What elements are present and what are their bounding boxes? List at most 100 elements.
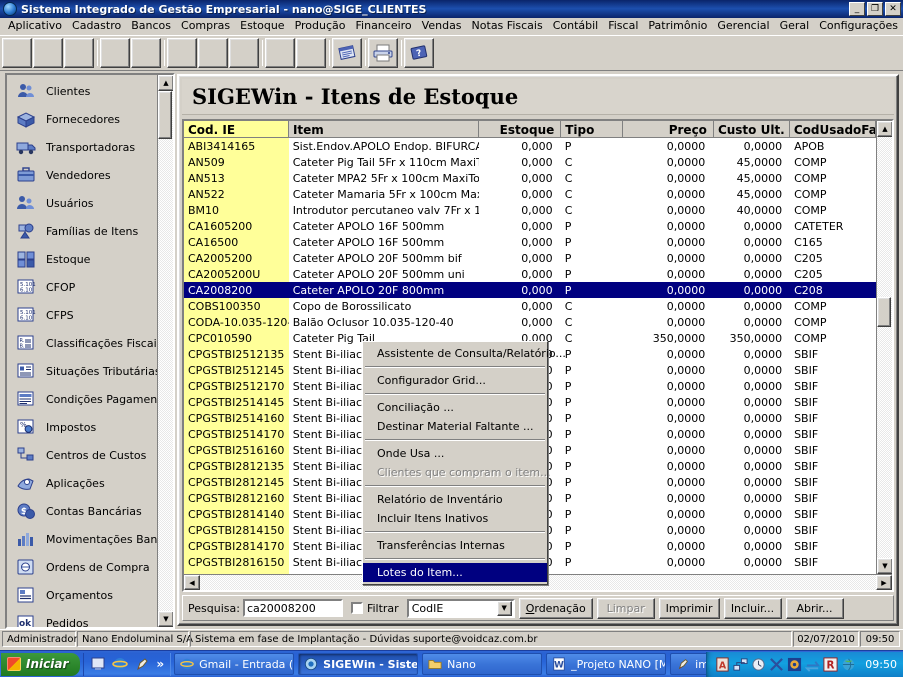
context-menu-item[interactable]: Configurador Grid... xyxy=(363,371,547,390)
antivirus-icon[interactable]: R xyxy=(823,656,838,672)
menu-item-notas-fiscais[interactable]: Notas Fiscais xyxy=(467,18,548,34)
column-header-custo-ult[interactable]: Custo Ult. C xyxy=(713,121,790,138)
context-menu-item[interactable]: Onde Usa ... xyxy=(363,444,547,463)
menu-item-configuracoes[interactable]: Configurações xyxy=(814,18,903,34)
sidebar-item-aplicacoes[interactable]: Aplicações xyxy=(7,469,157,497)
minimize-button[interactable]: _ xyxy=(849,2,865,16)
toolbar-button-10[interactable] xyxy=(296,38,326,68)
sidebar-item-fornecedores[interactable]: Fornecedores xyxy=(7,105,157,133)
sidebar-item-vendedores[interactable]: Vendedores xyxy=(7,161,157,189)
menu-item-estoque[interactable]: Estoque xyxy=(235,18,289,34)
network-icon[interactable] xyxy=(733,657,748,672)
menu-item-bancos[interactable]: Bancos xyxy=(126,18,176,34)
grid-scroll-right-button[interactable]: ▶ xyxy=(876,575,892,590)
sync-icon[interactable] xyxy=(804,657,821,672)
task-button-sigewin[interactable]: SIGEWin - Siste... xyxy=(298,653,419,675)
sidebar-item-transportadoras[interactable]: Transportadoras xyxy=(7,133,157,161)
ordenacao-button[interactable]: Ordenação xyxy=(518,597,593,619)
table-row[interactable]: CODA-10.035-120-40Balão Oclusor 10.035-1… xyxy=(184,314,876,330)
incluir-button[interactable]: Incluir... xyxy=(723,597,782,619)
sidebar-item-impostos[interactable]: % Impostos xyxy=(7,413,157,441)
sidebar-item-ordens-de-compra[interactable]: Ordens de Compra xyxy=(7,553,157,581)
sidebar-item-clientes[interactable]: Clientes xyxy=(7,77,157,105)
table-row[interactable]: BM10Introdutor percutaneo valv 7Fr x 10c… xyxy=(184,202,876,218)
chevron-down-icon[interactable]: ▼ xyxy=(496,600,512,616)
sidebar-item-estoque[interactable]: Estoque xyxy=(7,245,157,273)
filter-checkbox[interactable] xyxy=(350,602,363,614)
table-row[interactable]: AN509Cateter Pig Tail 5Fr x 110cm MaxiTo… xyxy=(184,154,876,170)
context-menu-item[interactable]: Destinar Material Faltante ... xyxy=(363,417,547,436)
toolbar-button-9[interactable] xyxy=(265,38,295,68)
grid-scroll-up-button[interactable]: ▲ xyxy=(877,121,892,137)
toolbar-button-6[interactable] xyxy=(167,38,197,68)
search-field-combo[interactable]: CodIE ▼ xyxy=(406,598,515,618)
context-menu-item[interactable]: Lotes do Item... xyxy=(363,563,547,582)
acrobat-icon[interactable]: A xyxy=(715,656,730,672)
table-row[interactable]: CA2008200 Cateter APOLO 20F 800mm 0,000 P 0,… xyxy=(184,282,876,298)
sidebar-item-orcamentos[interactable]: Orçamentos xyxy=(7,581,157,609)
column-header-cod-ie[interactable]: Cod. IE xyxy=(184,121,289,138)
grid-scroll-thumb[interactable] xyxy=(877,297,891,327)
imprimir-button[interactable]: Imprimir xyxy=(658,597,720,619)
sidebar-item-movimentacoes-bancarias[interactable]: Movimentações Bancárias xyxy=(7,525,157,553)
scroll-down-button[interactable]: ▼ xyxy=(158,611,173,627)
menu-item-cadastro[interactable]: Cadastro xyxy=(67,18,126,34)
desktop-icon[interactable] xyxy=(89,655,107,673)
paint-icon[interactable] xyxy=(133,655,151,673)
search-input[interactable] xyxy=(242,599,343,617)
table-row[interactable]: AN513Cateter MPA2 5Fr x 100cm MaxiTorque… xyxy=(184,170,876,186)
column-header-codusado-familia[interactable]: CodUsadoFamil xyxy=(789,121,876,138)
sidebar-scroll-thumb[interactable] xyxy=(158,91,172,139)
toolbar-button-8[interactable] xyxy=(229,38,259,68)
table-row[interactable]: CA2005200U Cateter APOLO 20F 500mm uni 0,0… xyxy=(184,266,876,282)
toolbar-help-button[interactable]: ? xyxy=(404,38,434,68)
sidebar-item-contas-bancarias[interactable]: $ Contas Bancárias xyxy=(7,497,157,525)
task-button-gmail[interactable]: Gmail - Entrada (1)... xyxy=(174,653,295,675)
menu-item-compras[interactable]: Compras xyxy=(176,18,235,34)
menu-item-financeiro[interactable]: Financeiro xyxy=(351,18,417,34)
sidebar-scroll-track[interactable] xyxy=(158,91,173,611)
task-button-imagem-paint[interactable]: imagem - Paint xyxy=(670,653,707,675)
menu-item-patrimonio[interactable]: Patrimônio xyxy=(643,18,712,34)
sidebar-item-cfps[interactable]: 5.101 6.10 CFPS xyxy=(7,301,157,329)
sidebar-item-condicoes-pagamento[interactable]: Condições Pagamento xyxy=(7,385,157,413)
quick-launch-more-icon[interactable]: » xyxy=(156,657,164,671)
menu-item-geral[interactable]: Geral xyxy=(775,18,815,34)
start-button[interactable]: Iniciar xyxy=(1,652,81,676)
sidebar-item-familias-de-itens[interactable]: Famílias de Itens xyxy=(7,217,157,245)
table-row[interactable]: COBS100350 Copo de Borossilicato 0,000 C 0,0… xyxy=(184,298,876,314)
toolbar-button-4[interactable] xyxy=(100,38,130,68)
abrir-button[interactable]: Abrir... xyxy=(785,597,844,619)
clock-tray-icon[interactable] xyxy=(751,657,766,672)
sidebar-item-centros-de-custos[interactable]: Centros de Custos xyxy=(7,441,157,469)
grid-scroll-down-button[interactable]: ▼ xyxy=(877,558,892,574)
task-button-nano[interactable]: Nano xyxy=(422,653,543,675)
maximize-button[interactable]: ❐ xyxy=(867,2,883,16)
grid-scroll-left-button[interactable]: ◀ xyxy=(184,575,200,590)
toolbar-print-button[interactable] xyxy=(368,38,398,68)
task-button-projeto-nano[interactable]: W _Projeto NANO [M... xyxy=(546,653,667,675)
context-menu-item[interactable]: Relatório de Inventário xyxy=(363,490,547,509)
globe-icon[interactable] xyxy=(841,657,856,672)
column-header-estoque[interactable]: Estoque xyxy=(479,121,562,138)
menu-item-vendas[interactable]: Vendas xyxy=(417,18,467,34)
toolbar-book-button[interactable] xyxy=(332,38,362,68)
sidebar-item-classificacoes-fiscais[interactable]: R. B. Classificações Fiscais xyxy=(7,329,157,357)
toolbar-button-7[interactable] xyxy=(198,38,228,68)
menu-item-producao[interactable]: Produção xyxy=(290,18,351,34)
column-header-item[interactable]: Item xyxy=(288,121,480,138)
close-button[interactable]: ✕ xyxy=(885,2,901,16)
toolbar-button-2[interactable] xyxy=(33,38,63,68)
sidebar-scrollbar[interactable]: ▲ ▼ xyxy=(157,75,173,627)
context-menu-item[interactable]: Transferências Internas xyxy=(363,536,547,555)
menu-item-fiscal[interactable]: Fiscal xyxy=(603,18,643,34)
sidebar-item-pedidos[interactable]: ok Pedidos xyxy=(7,609,157,627)
menu-item-aplicativo[interactable]: Aplicativo xyxy=(3,18,67,34)
table-row[interactable]: CA1605200 Cateter APOLO 16F 500mm 0,000 P 0,… xyxy=(184,218,876,234)
scroll-up-button[interactable]: ▲ xyxy=(158,75,173,91)
menu-item-gerencial[interactable]: Gerencial xyxy=(712,18,774,34)
sidebar-item-cfop[interactable]: 5.101 6.10 CFOP xyxy=(7,273,157,301)
column-header-preco[interactable]: Preço xyxy=(623,121,714,138)
column-header-tipo[interactable]: Tipo xyxy=(561,121,624,138)
toolbar-button-1[interactable] xyxy=(2,38,32,68)
